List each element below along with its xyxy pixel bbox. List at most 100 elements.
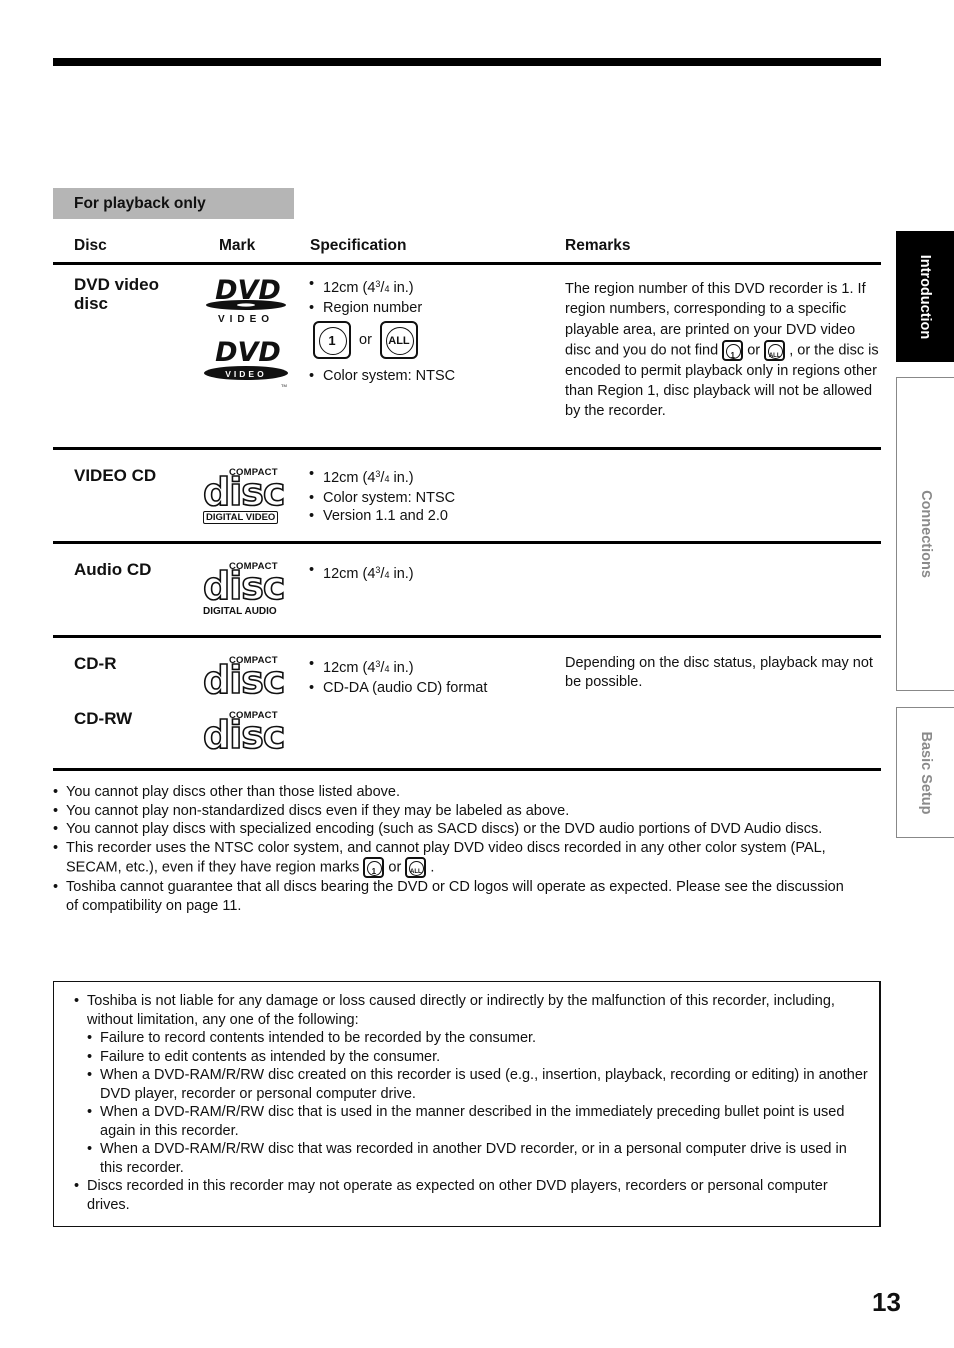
spec-color: Color system: NTSC [309, 367, 455, 386]
side-tab-label: Introduction [917, 254, 933, 339]
disc-text: disc [202, 470, 286, 514]
header-specification: Specification [310, 237, 407, 254]
table-row-cd-r-rw: CD-R CD-RW COMPACT disc COMPACT disc 12c… [53, 638, 881, 771]
caution-subitem: When a DVD-RAM/R/RW disc that was record… [87, 1140, 869, 1177]
caution-subitem: Failure to edit contents as intended by … [87, 1048, 869, 1067]
disc-name: Audio CD [74, 560, 152, 579]
header-mark: Mark [219, 237, 256, 254]
spec-list: 12cm (43/4 in.) Region number 1 or ALL C… [309, 275, 455, 386]
frac-numerator: 3 [375, 279, 381, 289]
caution-sublist: Failure to record contents intended to b… [87, 1029, 869, 1177]
spec-size: 12cm (43/4 in.) [309, 655, 487, 679]
mark-sub-text: DIGITAL VIDEO [203, 511, 279, 524]
dvd-video-logo-solid: DVD VIDEO TM [203, 337, 293, 394]
table-row-dvd-video: DVD video disc DVD VIDEO DVD VIDEO TM 12… [53, 265, 881, 450]
region-all-icon: ALL [379, 321, 418, 359]
frac-numerator: 3 [375, 565, 381, 575]
note-item: Toshiba cannot guarantee that all discs … [53, 878, 853, 915]
region-all-label: ALL [388, 335, 410, 347]
region-marks: 1 or ALL [309, 321, 455, 367]
spec-size: 12cm (43/4 in.) [309, 275, 455, 299]
note-item: You cannot play discs with specialized e… [53, 820, 853, 839]
caution-subitem: When a DVD-RAM/R/RW disc that is used in… [87, 1103, 869, 1140]
spec-list: 12cm (43/4 in.) CD-DA (audio CD) format [309, 655, 487, 697]
compact-disc-logo-cd-rw: COMPACT disc [202, 710, 289, 757]
spec-color: Color system: NTSC [309, 489, 455, 508]
video-text: VIDEO [225, 369, 266, 379]
side-tab-label: Connections [917, 490, 934, 578]
or-text: or [747, 342, 761, 359]
size-text: 12cm (4 [323, 566, 376, 582]
note-item: This recorder uses the NTSC color system… [53, 839, 853, 878]
dvd-video-logo-outline: DVD VIDEO [203, 275, 293, 332]
caution-subitem: When a DVD-RAM/R/RW disc created on this… [87, 1066, 869, 1103]
note-item: You cannot play non-standardized discs e… [53, 802, 853, 821]
disc-table: Disc Mark Specification Remarks DVD vide… [53, 230, 881, 771]
region-all-icon: ALL [405, 857, 427, 878]
frac-numerator: 3 [375, 659, 381, 669]
spec-region: Region number [309, 299, 455, 318]
region-all-icon: ALL [764, 339, 786, 361]
spec-text: CD-DA (audio CD) format [323, 679, 488, 696]
mark-sub-text: DIGITAL AUDIO [203, 606, 277, 617]
caution-item: Toshiba is not liable for any damage or … [74, 992, 869, 1177]
region-1-label: 1 [328, 333, 336, 348]
spec-list: 12cm (43/4 in.) Color system: NTSC Versi… [309, 465, 455, 526]
compact-disc-digital-video-logo: COMPACT disc DIGITAL VIDEO [202, 467, 289, 529]
video-text: VIDEO [218, 314, 274, 325]
or-text: or [388, 859, 402, 876]
table-row-audio-cd: Audio CD COMPACT disc DIGITAL AUDIO 12cm… [53, 544, 881, 638]
page-number: 13 [872, 1287, 901, 1317]
side-tab-connections[interactable]: Connections [896, 377, 954, 691]
disc-text: disc [202, 658, 286, 702]
disc-name-cd-rw: CD-RW [74, 709, 133, 728]
size-tail: in.) [389, 660, 414, 676]
size-tail: in.) [389, 566, 414, 582]
side-tab-introduction[interactable]: Introduction [896, 231, 954, 362]
spec-text: Color system: NTSC [323, 489, 456, 506]
side-tab-basic-setup[interactable]: Basic Setup [896, 707, 954, 838]
side-tab-label: Basic Setup [917, 731, 934, 814]
tm-text: TM [281, 383, 287, 388]
spec-version: Version 1.1 and 2.0 [309, 507, 455, 526]
spec-text: Version 1.1 and 2.0 [323, 508, 448, 524]
caution-text: Toshiba is not liable for any damage or … [87, 993, 835, 1028]
remarks-dvd: The region number of this DVD recorder i… [565, 279, 883, 422]
note-text: . [430, 859, 435, 876]
or-text: or [359, 331, 372, 348]
region-1-icon: 1 [363, 857, 385, 878]
size-text: 12cm (4 [323, 280, 376, 296]
caution-box: Toshiba is not liable for any damage or … [53, 981, 881, 1227]
remarks-cd-r: Depending on the disc status, playback m… [565, 655, 873, 690]
size-text: 12cm (4 [323, 660, 376, 676]
note-item: You cannot play discs other than those l… [53, 783, 853, 802]
color-text: Color system: NTSC [323, 368, 456, 384]
header-remarks: Remarks [565, 237, 631, 254]
note-text: This recorder uses the NTSC color system… [66, 839, 826, 876]
top-rule [53, 58, 881, 66]
compact-disc-digital-audio-logo: COMPACT disc DIGITAL AUDIO [202, 561, 289, 623]
disc-name: VIDEO CD [74, 466, 157, 485]
caution-subitem: Failure to record contents intended to b… [87, 1029, 869, 1048]
disc-name-cd-r: CD-R [74, 654, 117, 673]
disc-name: DVD video disc [74, 275, 160, 313]
section-label: For playback only [53, 188, 294, 219]
region-label: Region number [323, 299, 423, 316]
caution-list: Toshiba is not liable for any damage or … [74, 992, 869, 1214]
region-1-label: 1 [730, 350, 735, 360]
spec-list: 12cm (43/4 in.) [309, 561, 414, 585]
spec-size: 12cm (43/4 in.) [309, 465, 455, 489]
spec-format: CD-DA (audio CD) format [309, 679, 487, 698]
size-tail: in.) [389, 280, 414, 296]
region-all-label: ALL [768, 352, 781, 359]
header-disc: Disc [74, 237, 107, 254]
notes-list: You cannot play discs other than those l… [53, 783, 853, 915]
spec-size: 12cm (43/4 in.) [309, 561, 414, 585]
table-row-video-cd: VIDEO CD COMPACT disc DIGITAL VIDEO 12cm… [53, 450, 881, 544]
region-1-icon: 1 [313, 321, 351, 359]
dvd-text: DVD [215, 337, 281, 368]
size-tail: in.) [389, 470, 414, 486]
table-header: Disc Mark Specification Remarks [53, 230, 881, 265]
region-1-icon: 1 [722, 339, 744, 361]
disc-text: disc [202, 713, 286, 757]
